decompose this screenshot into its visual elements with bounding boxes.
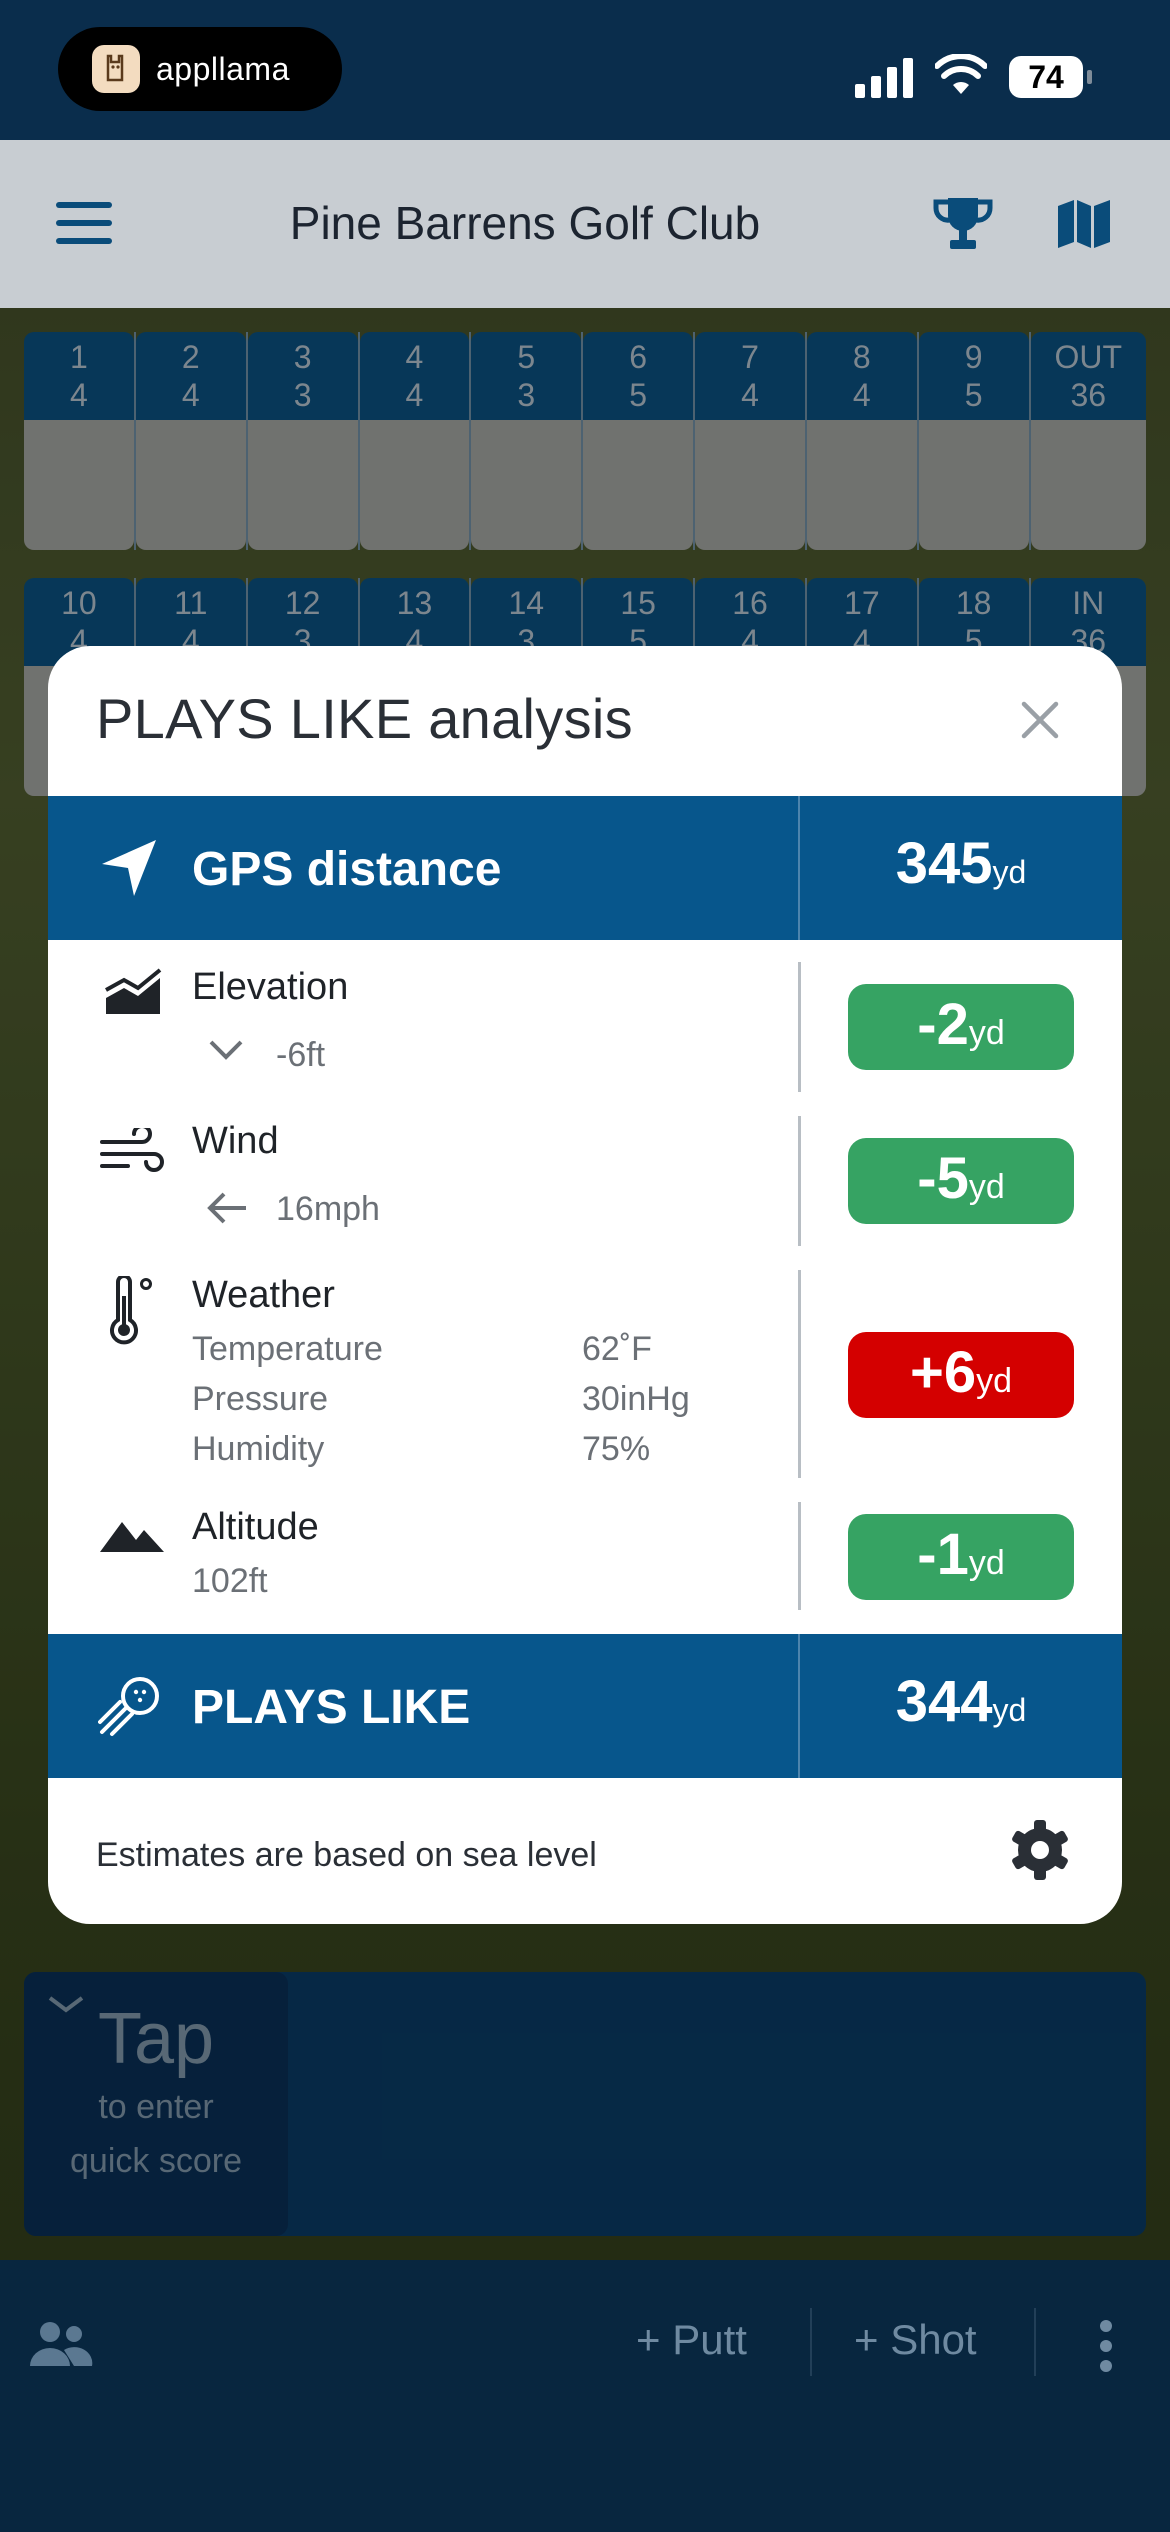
thermometer-icon xyxy=(110,1276,152,1345)
unit: yd xyxy=(968,1544,1005,1582)
menu-icon[interactable] xyxy=(56,202,112,246)
battery-level: 74 xyxy=(1009,56,1083,98)
wind-detail: 16mph xyxy=(276,1190,380,1228)
divider xyxy=(798,1270,801,1478)
page-title: Pine Barrens Golf Club xyxy=(289,197,761,249)
elevation-chart-icon xyxy=(105,968,162,1014)
cellular-signal-icon xyxy=(855,58,913,98)
gps-distance-unit: yd xyxy=(992,854,1027,890)
settings-gear-icon[interactable] xyxy=(1008,1818,1072,1882)
gps-distance-row: GPS distance 345yd xyxy=(48,796,1122,940)
elevation-adjustment-badge: -2yd xyxy=(848,984,1074,1070)
weather-label: Weather xyxy=(192,1274,335,1316)
wind-adjustment-badge: -5yd xyxy=(848,1138,1074,1224)
wind-adjustment: -5 xyxy=(917,1146,969,1211)
temperature-value: 62˚F xyxy=(582,1330,652,1368)
app-badge-label: appllama xyxy=(156,50,290,87)
course-map-icon[interactable] xyxy=(1056,198,1112,250)
wind-icon xyxy=(100,1128,164,1172)
plays-like-number: 344 xyxy=(895,1669,993,1734)
wifi-icon xyxy=(935,54,987,94)
battery-icon: 74 xyxy=(1009,56,1092,98)
app-badge[interactable]: appllama xyxy=(58,27,342,111)
pressure-label: Pressure xyxy=(192,1380,329,1418)
plays-like-label: PLAYS LIKE xyxy=(192,1681,471,1734)
plays-like-modal: PLAYS LIKE analysis GPS distance 345yd E… xyxy=(48,646,1122,1924)
close-icon[interactable] xyxy=(1016,696,1064,744)
weather-adjustment-badge: +6yd xyxy=(848,1332,1074,1418)
elevation-adjustment: -2 xyxy=(917,992,969,1057)
pressure-value: 30inHg xyxy=(582,1380,690,1418)
gps-distance-number: 345 xyxy=(895,831,993,896)
divider xyxy=(810,2308,812,2376)
golf-ball-speed-icon xyxy=(98,1677,159,1736)
llama-logo-icon xyxy=(92,45,140,93)
altitude-adjustment: -1 xyxy=(917,1522,969,1587)
elevation-label: Elevation xyxy=(192,966,349,1008)
divider xyxy=(1034,2308,1036,2376)
sea-level-note: Estimates are based on sea level xyxy=(96,1836,597,1874)
weather-adjustment: +6 xyxy=(909,1340,977,1405)
divider xyxy=(798,962,801,1092)
trophy-icon[interactable] xyxy=(932,196,994,252)
bottom-toolbar: + Putt + Shot xyxy=(0,2260,1170,2532)
navigation-arrow-icon xyxy=(102,840,156,896)
players-icon[interactable] xyxy=(28,2320,94,2368)
plays-like-total-row: PLAYS LIKE 344yd xyxy=(48,1634,1122,1778)
humidity-value: 75% xyxy=(582,1430,651,1468)
altitude-adjustment-badge: -1yd xyxy=(848,1514,1074,1600)
altitude-label: Altitude xyxy=(192,1506,319,1548)
status-bar: appllama 74 xyxy=(0,0,1170,140)
unit: yd xyxy=(968,1014,1005,1052)
altitude-detail: 102ft xyxy=(192,1562,268,1600)
gps-distance-label: GPS distance xyxy=(192,843,502,896)
gps-distance-value: 345yd xyxy=(800,830,1122,897)
modal-title: PLAYS LIKE analysis xyxy=(96,687,633,750)
app-bar: Pine Barrens Golf Club xyxy=(0,140,1170,308)
divider xyxy=(798,1502,801,1610)
chevron-down-icon xyxy=(209,1040,243,1060)
wind-direction-arrow-icon xyxy=(207,1192,246,1224)
unit: yd xyxy=(976,1362,1013,1400)
mountains-icon xyxy=(100,1522,164,1552)
humidity-label: Humidity xyxy=(192,1430,325,1468)
add-shot-button[interactable]: + Shot xyxy=(854,2316,977,2364)
more-options-icon[interactable] xyxy=(1100,2320,1114,2380)
divider xyxy=(798,1116,801,1246)
unit: yd xyxy=(968,1168,1005,1206)
temperature-label: Temperature xyxy=(192,1330,383,1368)
plays-like-unit: yd xyxy=(992,1692,1027,1728)
elevation-detail: -6ft xyxy=(276,1036,326,1074)
plays-like-value: 344yd xyxy=(800,1668,1122,1735)
wind-label: Wind xyxy=(192,1120,279,1162)
add-putt-button[interactable]: + Putt xyxy=(636,2316,747,2364)
